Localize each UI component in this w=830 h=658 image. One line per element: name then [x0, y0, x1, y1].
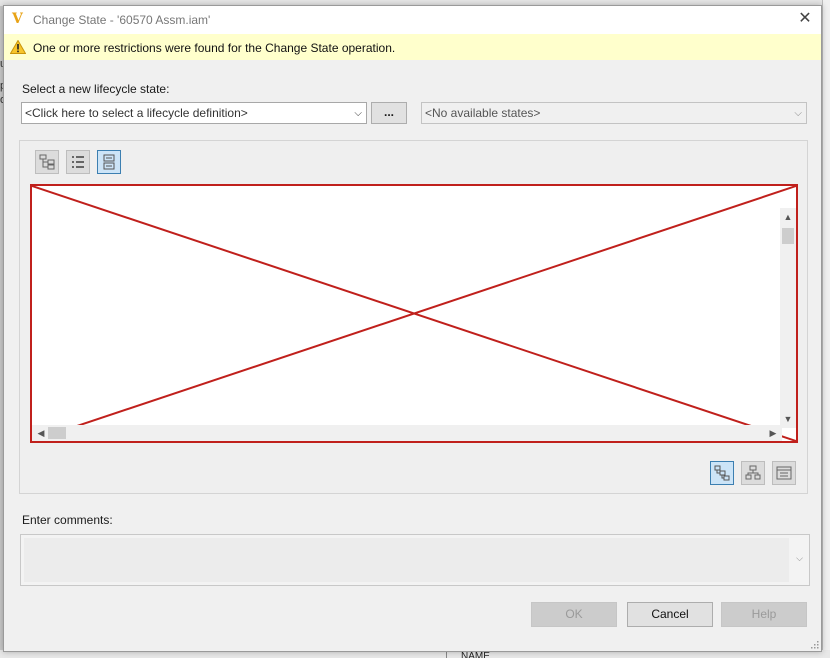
items-grid-error-placeholder: ▲ ▼ ◀ ▶: [30, 184, 798, 443]
horizontal-layout-button[interactable]: [710, 461, 734, 485]
vertical-layout-icon: [745, 465, 761, 480]
error-cross-icon: [32, 186, 796, 441]
ok-button[interactable]: OK: [531, 602, 617, 627]
resize-grip-icon[interactable]: [809, 639, 819, 649]
lifecycle-state-dropdown[interactable]: <No available states> ⌵: [421, 102, 807, 124]
dialog-title: Change State - '60570 Assm.iam': [33, 13, 211, 27]
scroll-down-arrow-icon[interactable]: ▼: [780, 412, 796, 426]
horizontal-scroll-thumb[interactable]: [48, 427, 66, 439]
horizontal-scrollbar[interactable]: ◀ ▶: [32, 425, 782, 441]
comments-input[interactable]: [24, 538, 789, 582]
lifecycle-definition-value: <Click here to select a lifecycle defini…: [25, 106, 248, 120]
chevron-down-icon: ⌵: [354, 108, 362, 119]
comments-label: Enter comments:: [22, 513, 113, 527]
tree-view-icon: [39, 154, 55, 170]
chevron-down-icon: ⌵: [794, 108, 802, 119]
browse-lifecycle-button[interactable]: ...: [371, 102, 407, 124]
lifecycle-state-value: <No available states>: [425, 106, 541, 120]
vertical-layout-button[interactable]: [741, 461, 765, 485]
list-view-button[interactable]: [66, 150, 90, 174]
change-state-dialog: V Change State - '60570 Assm.iam' ✕ One …: [3, 5, 822, 652]
properties-layout-icon: [776, 466, 792, 480]
list-view-icon: [72, 156, 84, 168]
title-bar[interactable]: V Change State - '60570 Assm.iam' ✕: [4, 6, 821, 34]
lifecycle-state-label: Select a new lifecycle state:: [22, 82, 170, 96]
detail-view-button[interactable]: [97, 150, 121, 174]
warning-icon: [10, 40, 26, 54]
comments-field[interactable]: ⌵: [20, 534, 810, 586]
chevron-down-icon: ⌵: [796, 553, 803, 563]
lifecycle-definition-dropdown[interactable]: <Click here to select a lifecycle defini…: [21, 102, 367, 124]
vault-app-icon: V: [12, 11, 23, 27]
close-button[interactable]: ✕: [793, 8, 817, 32]
horizontal-layout-icon: [714, 465, 730, 481]
scroll-up-arrow-icon[interactable]: ▲: [780, 210, 796, 224]
cancel-button[interactable]: Cancel: [627, 602, 713, 627]
warning-message: One or more restrictions were found for …: [33, 41, 396, 55]
vertical-scroll-thumb[interactable]: [782, 228, 794, 244]
detail-view-icon: [103, 154, 115, 170]
vertical-scrollbar[interactable]: ▲ ▼: [780, 208, 796, 428]
help-button[interactable]: Help: [721, 602, 807, 627]
background-window-edge: [822, 0, 830, 658]
items-panel: ▲ ▼ ◀ ▶: [19, 140, 808, 494]
properties-layout-button[interactable]: [772, 461, 796, 485]
tree-view-button[interactable]: [35, 150, 59, 174]
scroll-right-arrow-icon[interactable]: ▶: [766, 425, 780, 441]
scroll-left-arrow-icon[interactable]: ◀: [34, 425, 48, 441]
restriction-warning-bar: One or more restrictions were found for …: [4, 34, 821, 60]
